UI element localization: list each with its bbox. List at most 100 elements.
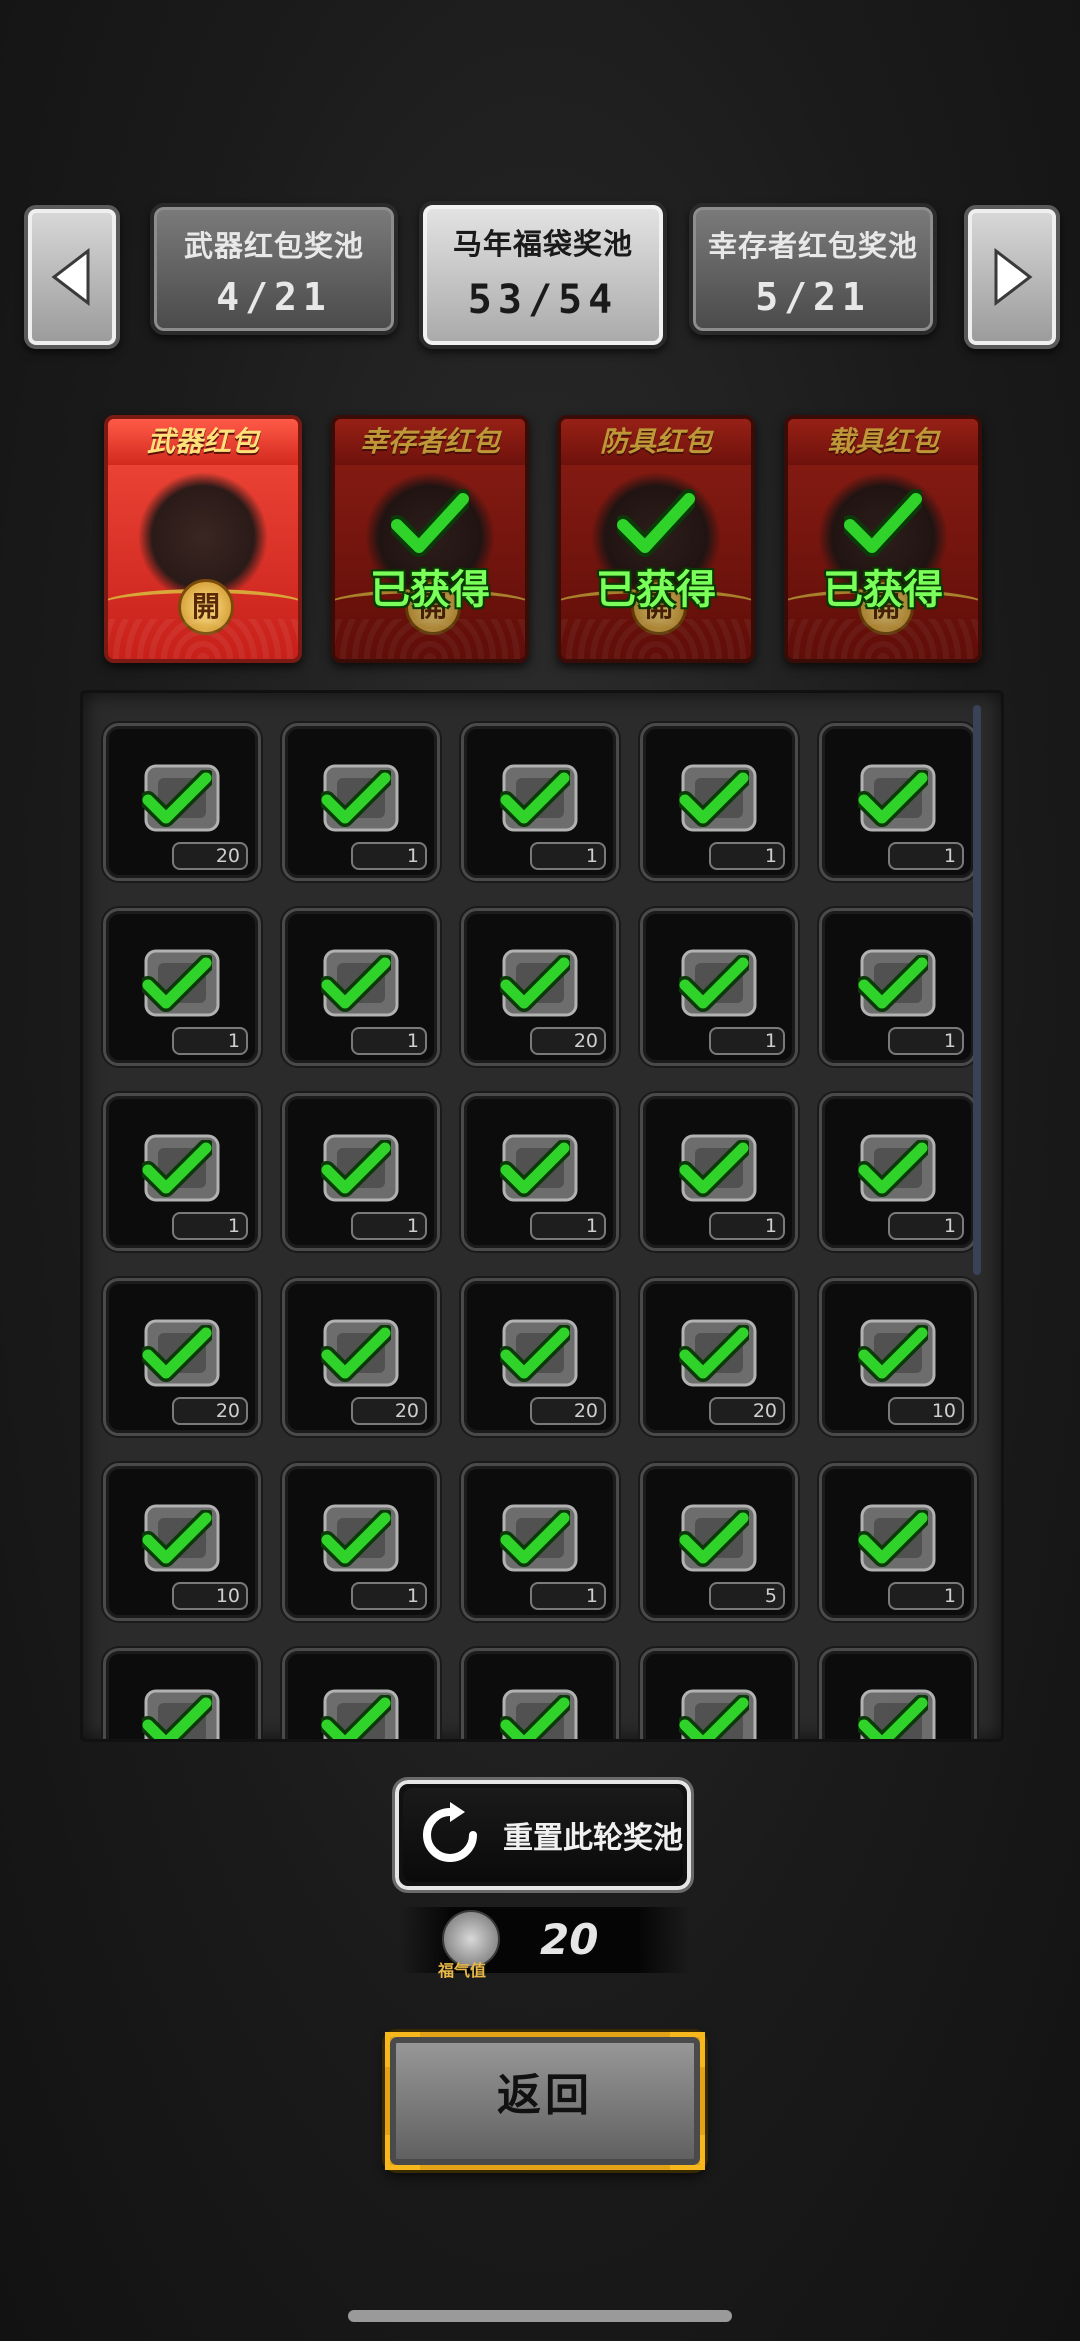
reward-item[interactable]: 1 (819, 723, 977, 881)
reward-item[interactable]: 1 (640, 1093, 798, 1251)
reward-item[interactable]: 1 (640, 908, 798, 1066)
item-quantity: 1 (888, 1582, 964, 1610)
checkmark-icon (500, 770, 570, 827)
tab-survivor-pool[interactable]: 幸存者红包奖池 5/21 (689, 203, 937, 335)
reward-item[interactable]: 10 (103, 1463, 261, 1621)
pool-tab-name: 马年福袋奖池 (452, 227, 633, 261)
envelope-vehicle[interactable]: 载具红包 開 已获得 (784, 415, 982, 663)
reward-item[interactable]: 10 (819, 1278, 977, 1436)
pool-tab-name: 武器红包奖池 (183, 229, 364, 263)
reward-pool-panel[interactable]: 20 1 1 1 1 1 1 20 1 1 1 1 1 1 1 20 20 20 20 10 10 1 1 5 1 (80, 690, 1004, 1742)
checkmark-icon (142, 1140, 212, 1197)
reward-item[interactable]: 20 (103, 1278, 261, 1436)
pool-tab-count: 53/54 (467, 277, 619, 323)
checkmark-icon (858, 1510, 928, 1567)
item-quantity: 20 (530, 1397, 606, 1425)
reset-pool-label: 重置此轮奖池 (503, 1821, 683, 1856)
item-quantity: 5 (709, 1582, 785, 1610)
checkmark-icon (844, 489, 922, 557)
item-quantity: 10 (888, 1397, 964, 1425)
item-quantity: 1 (888, 842, 964, 870)
envelope-armor[interactable]: 防具红包 開 已获得 (557, 415, 755, 663)
reward-item[interactable] (103, 1648, 261, 1739)
checkmark-icon (679, 1695, 749, 1739)
checkmark-icon (142, 1325, 212, 1382)
prev-pool-button[interactable] (24, 205, 120, 349)
envelope-survivor[interactable]: 幸存者红包 開 已获得 (331, 415, 529, 663)
tab-horse-year-pool[interactable]: 马年福袋奖池 53/54 (419, 201, 667, 349)
reward-item[interactable]: 5 (640, 1463, 798, 1621)
reward-item[interactable]: 1 (103, 908, 261, 1066)
item-quantity: 1 (351, 842, 427, 870)
return-button[interactable]: 返回 (385, 2032, 705, 2170)
reward-item[interactable]: 20 (103, 723, 261, 881)
item-quantity: 20 (172, 842, 248, 870)
reward-item[interactable]: 20 (640, 1278, 798, 1436)
reward-item[interactable]: 1 (282, 723, 440, 881)
return-label: 返回 (497, 2070, 593, 2121)
checkmark-icon (391, 489, 469, 557)
reward-item[interactable] (819, 1648, 977, 1739)
checkmark-icon (321, 955, 391, 1012)
reward-item[interactable]: 1 (640, 723, 798, 881)
reward-item[interactable]: 20 (461, 1278, 619, 1436)
item-quantity: 1 (351, 1027, 427, 1055)
item-quantity: 1 (888, 1027, 964, 1055)
reward-item[interactable]: 1 (819, 908, 977, 1066)
checkmark-icon (142, 955, 212, 1012)
checkmark-icon (679, 770, 749, 827)
reward-item[interactable] (282, 1648, 440, 1739)
tab-weapon-pool[interactable]: 武器红包奖池 4/21 (150, 203, 398, 335)
left-arrow-icon (51, 247, 90, 307)
reward-item[interactable]: 1 (282, 1463, 440, 1621)
reward-scrollbar[interactable] (973, 705, 981, 1275)
weapon-art-icon (138, 471, 268, 591)
checkmark-icon (679, 1140, 749, 1197)
reward-item[interactable]: 1 (461, 1093, 619, 1251)
reward-item[interactable]: 1 (819, 1093, 977, 1251)
envelope-title: 防具红包 (561, 419, 751, 465)
envelope-weapon[interactable]: 武器红包 開 (104, 415, 302, 663)
luck-label: 福气值 (438, 1961, 487, 1980)
reward-item[interactable]: 1 (282, 908, 440, 1066)
checkmark-icon (321, 1695, 391, 1739)
obtained-label: 已获得 (823, 567, 943, 613)
checkmark-icon (142, 770, 212, 827)
item-quantity: 1 (709, 1027, 785, 1055)
next-pool-button[interactable] (964, 205, 1060, 349)
checkmark-icon (858, 770, 928, 827)
reward-item[interactable] (640, 1648, 798, 1739)
checkmark-icon (858, 955, 928, 1012)
reward-item[interactable]: 20 (461, 908, 619, 1066)
refresh-icon (423, 1802, 477, 1862)
envelope-title: 幸存者红包 (335, 419, 525, 465)
reward-item[interactable]: 1 (461, 1463, 619, 1621)
checkmark-icon (500, 1140, 570, 1197)
checkmark-icon (142, 1510, 212, 1567)
home-indicator[interactable] (348, 2310, 732, 2322)
checkmark-icon (858, 1695, 928, 1739)
reset-pool-button[interactable]: 重置此轮奖池 (392, 1777, 694, 1893)
item-quantity: 20 (351, 1397, 427, 1425)
obtained-label: 已获得 (370, 567, 490, 613)
reward-item[interactable]: 1 (282, 1093, 440, 1251)
right-arrow-icon (994, 247, 1033, 307)
luck-value-display: 福气值 20 (400, 1907, 690, 1980)
item-quantity: 20 (530, 1027, 606, 1055)
item-quantity: 1 (530, 1212, 606, 1240)
reward-item[interactable] (461, 1648, 619, 1739)
item-quantity: 1 (709, 1212, 785, 1240)
item-quantity: 20 (709, 1397, 785, 1425)
item-quantity: 1 (351, 1582, 427, 1610)
checkmark-icon (321, 770, 391, 827)
obtained-label: 已获得 (596, 567, 716, 613)
pool-tab-count: 4/21 (216, 275, 332, 319)
checkmark-icon (321, 1140, 391, 1197)
envelope-title: 载具红包 (788, 419, 978, 465)
reward-item[interactable]: 1 (103, 1093, 261, 1251)
reward-item[interactable]: 1 (819, 1463, 977, 1621)
reward-item[interactable]: 1 (461, 723, 619, 881)
reward-item[interactable]: 20 (282, 1278, 440, 1436)
item-quantity: 10 (172, 1582, 248, 1610)
checkmark-icon (321, 1325, 391, 1382)
